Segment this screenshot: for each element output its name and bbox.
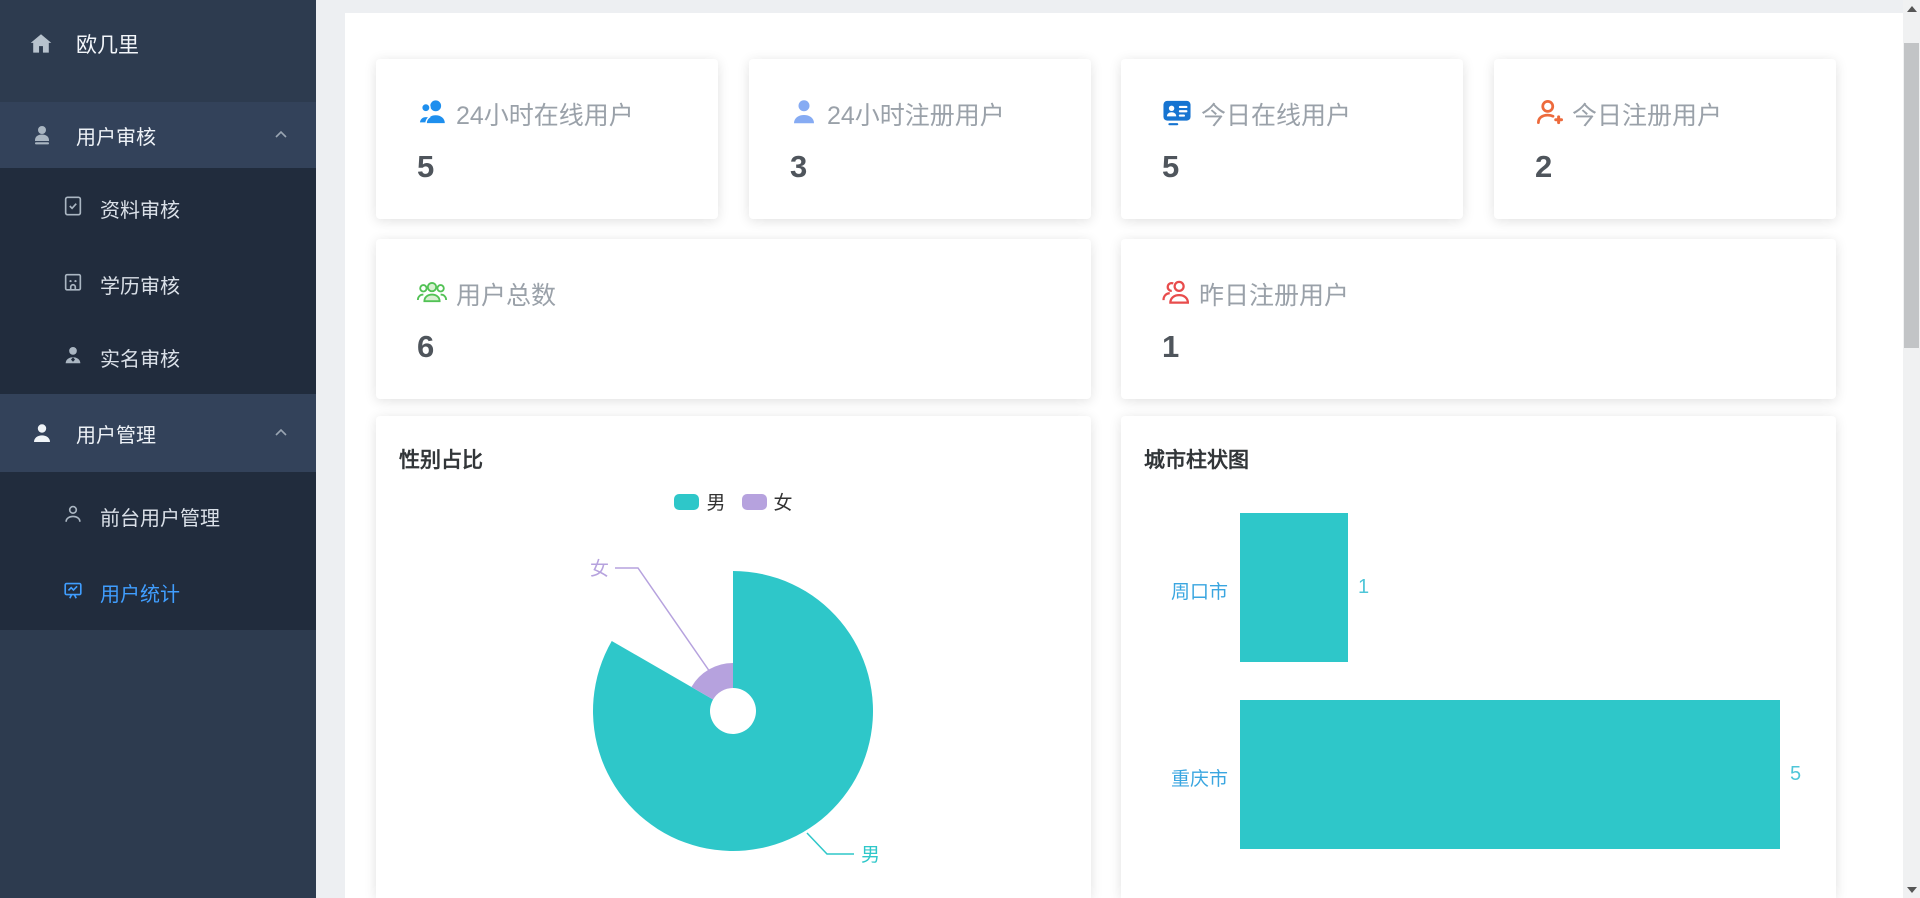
stat-value: 5 xyxy=(1162,149,1180,184)
sidebar-item-front-users[interactable]: 前台用户管理 xyxy=(0,486,316,546)
sidebar-item-realname-audit[interactable]: 实名审核 xyxy=(0,327,316,387)
users-outline-icon xyxy=(1161,277,1191,312)
bar-chart-title: 城市柱状图 xyxy=(1144,449,1249,472)
city-bar-chart-card: 城市柱状图 周口市 1 重庆市 5 xyxy=(1121,416,1836,898)
id-card-icon xyxy=(1161,97,1193,132)
school-icon xyxy=(62,271,84,298)
person-outline-icon xyxy=(62,503,84,530)
sidebar-item-label: 前台用户管理 xyxy=(100,507,220,530)
stat-card-registered-24h: 24小时注册用户 3 xyxy=(749,59,1091,219)
home-icon xyxy=(28,31,54,57)
stat-label: 24小时在线用户 xyxy=(456,102,634,130)
gender-pie-chart: 女 男 xyxy=(590,558,880,866)
sidebar-group-user-management[interactable]: 用户管理 xyxy=(0,394,316,472)
bar-category-label: 重庆市 xyxy=(1170,769,1228,790)
user-icon xyxy=(30,421,54,445)
person-icon xyxy=(62,344,84,371)
bar-zhoukou[interactable] xyxy=(1240,513,1348,662)
sidebar-submenu-user-audit: 资料审核 学历审核 实名审核 xyxy=(0,168,316,394)
doc-check-icon xyxy=(62,195,84,222)
stat-value: 3 xyxy=(790,149,808,184)
stat-value: 5 xyxy=(417,149,435,184)
stat-card-online-24h: 24小时在线用户 5 xyxy=(376,59,718,219)
scrollbar-thumb[interactable] xyxy=(1904,43,1919,348)
arrow-down-icon xyxy=(1906,886,1917,893)
stat-label: 今日在线用户 xyxy=(1201,102,1352,130)
sidebar: 欧几里 用户审核 资料审核 学历审核 实名审核 用户管理 前台用户管理 用户统计 xyxy=(0,0,316,898)
bar-category-label: 周口市 xyxy=(1170,582,1228,603)
stat-card-total-users: 用户总数 6 xyxy=(376,239,1091,399)
sidebar-item-label: 资料审核 xyxy=(100,199,180,222)
chevron-up-icon[interactable] xyxy=(272,126,290,144)
stat-label: 24小时注册用户 xyxy=(827,102,1005,130)
users-filled-icon xyxy=(416,97,448,132)
bar-value-label: 1 xyxy=(1358,576,1370,598)
scrollbar-up-button[interactable] xyxy=(1903,0,1920,17)
bar-chongqing[interactable] xyxy=(1240,700,1780,849)
pie-slice-male[interactable] xyxy=(593,571,874,851)
male-leader-line xyxy=(806,832,854,855)
gender-pie-chart-card: 性别占比 男 女 女 男 xyxy=(376,416,1091,898)
stat-value: 6 xyxy=(417,329,435,364)
user-plus-icon xyxy=(1534,97,1564,132)
stats-board-icon xyxy=(62,579,84,606)
sidebar-group-label: 用户管理 xyxy=(76,424,156,447)
pie-label-male: 男 xyxy=(861,845,880,866)
sidebar-item-label: 实名审核 xyxy=(100,348,180,371)
sidebar-item-label: 用户统计 xyxy=(100,583,180,606)
user-filled-icon xyxy=(789,97,819,132)
stat-card-registered-yesterday: 昨日注册用户 1 xyxy=(1121,239,1836,399)
sidebar-group-label: 用户审核 xyxy=(76,126,156,149)
stat-label: 今日注册用户 xyxy=(1572,102,1723,130)
sidebar-item-data-audit[interactable]: 资料审核 xyxy=(0,178,316,238)
chevron-up-icon[interactable] xyxy=(272,424,290,442)
stat-card-online-today: 今日在线用户 5 xyxy=(1121,59,1463,219)
sidebar-group-user-audit[interactable]: 用户审核 xyxy=(0,102,316,168)
bar-value-label: 5 xyxy=(1790,763,1802,785)
dashboard-page: { "sidebar": { "logo": { "label": "欧几里" … xyxy=(0,0,1920,898)
sidebar-item-user-stats[interactable]: 用户统计 xyxy=(0,562,316,622)
scrollbar-down-button[interactable] xyxy=(1903,881,1920,898)
user-badge-icon xyxy=(30,123,54,147)
stat-value: 2 xyxy=(1535,149,1553,184)
stat-label: 用户总数 xyxy=(456,282,557,310)
stat-value: 1 xyxy=(1162,329,1180,364)
stat-label: 昨日注册用户 xyxy=(1199,282,1350,310)
stat-card-registered-today: 今日注册用户 2 xyxy=(1494,59,1836,219)
sidebar-item-education-audit[interactable]: 学历审核 xyxy=(0,254,316,314)
arrow-up-icon xyxy=(1906,5,1917,12)
pie-label-female: 女 xyxy=(590,558,609,580)
sidebar-item-label: 学历审核 xyxy=(100,275,180,298)
sidebar-submenu-user-management: 前台用户管理 用户统计 xyxy=(0,472,316,630)
user-group-icon xyxy=(416,277,448,312)
sidebar-logo[interactable]: 欧几里 xyxy=(0,16,316,72)
app-title: 欧几里 xyxy=(76,34,139,57)
